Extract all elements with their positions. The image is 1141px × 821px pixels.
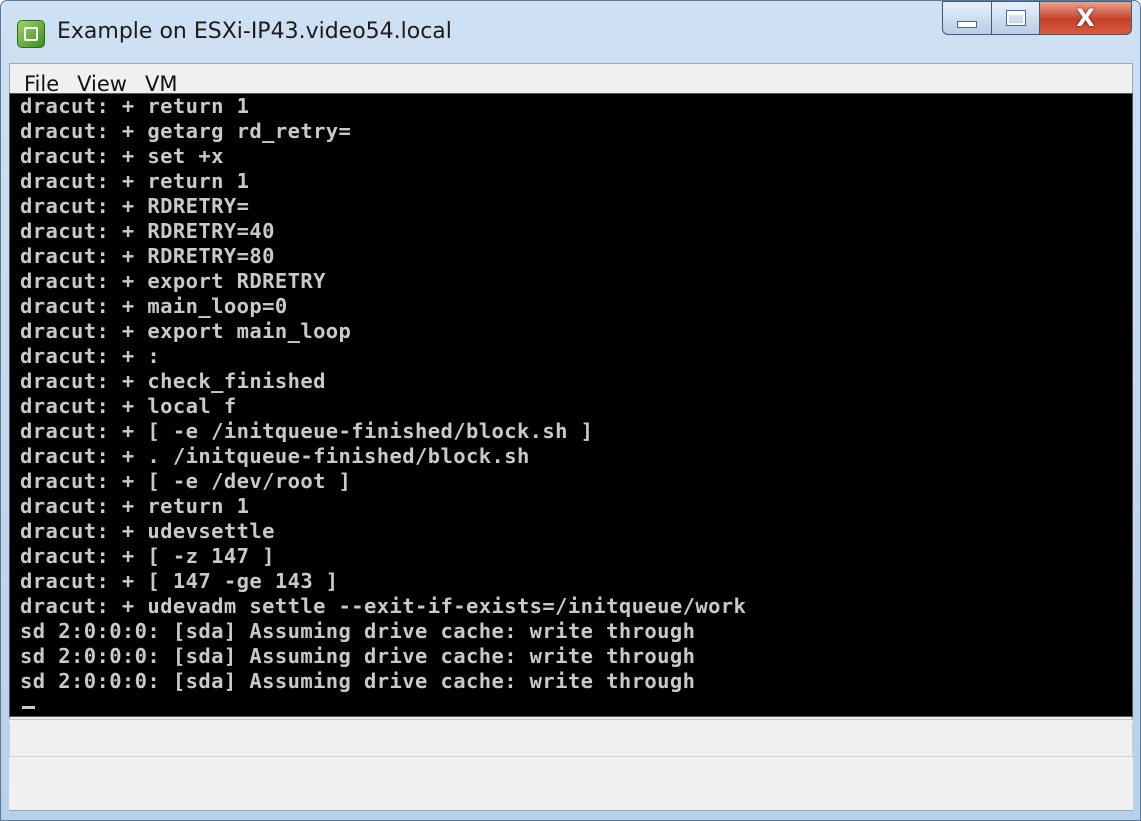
console-line: dracut: + [ 147 -ge 143 ] bbox=[20, 569, 339, 593]
console-line: dracut: + [ -e /initqueue-finished/block… bbox=[20, 419, 594, 443]
console-line: dracut: + return 1 bbox=[20, 94, 250, 118]
console-line: dracut: + set +x bbox=[20, 144, 224, 168]
window-controls: X bbox=[942, 1, 1132, 37]
console-line: dracut: + getarg rd_retry= bbox=[20, 119, 352, 143]
title-bar[interactable]: Example on ESXi-IP43.video54.local X bbox=[1, 1, 1140, 63]
console-line: dracut: + RDRETRY= bbox=[20, 194, 250, 218]
maximize-icon bbox=[1005, 10, 1026, 26]
text-cursor bbox=[22, 706, 35, 709]
minimize-icon bbox=[957, 20, 977, 28]
close-icon: X bbox=[1076, 4, 1095, 32]
vsphere-app-icon bbox=[17, 20, 45, 48]
console-line: dracut: + export main_loop bbox=[20, 319, 352, 343]
console-line: sd 2:0:0:0: [sda] Assuming drive cache: … bbox=[20, 619, 696, 643]
console-line: dracut: + . /initqueue-finished/block.sh bbox=[20, 444, 530, 468]
window-title: Example on ESXi-IP43.video54.local bbox=[57, 19, 452, 44]
console-line: sd 2:0:0:0: [sda] Assuming drive cache: … bbox=[20, 644, 696, 668]
console-line: dracut: + main_loop=0 bbox=[20, 294, 288, 318]
console-line: dracut: + [ -z 147 ] bbox=[20, 544, 275, 568]
status-bar bbox=[9, 719, 1133, 810]
maximize-button[interactable] bbox=[992, 1, 1040, 35]
console-line: dracut: + local f bbox=[20, 394, 237, 418]
close-button[interactable]: X bbox=[1040, 1, 1132, 35]
console-line: sd 2:0:0:0: [sda] Assuming drive cache: … bbox=[20, 669, 696, 693]
vm-console-window: Example on ESXi-IP43.video54.local X Fil… bbox=[0, 0, 1141, 821]
console-line: dracut: + RDRETRY=40 bbox=[20, 219, 275, 243]
console-line: dracut: + RDRETRY=80 bbox=[20, 244, 275, 268]
console-line: dracut: + return 1 bbox=[20, 494, 250, 518]
vm-console-screen[interactable]: dracut: + return 1 dracut: + getarg rd_r… bbox=[9, 93, 1133, 717]
console-line: dracut: + : bbox=[20, 344, 161, 368]
console-line: dracut: + udevsettle bbox=[20, 519, 275, 543]
console-line: dracut: + [ -e /dev/root ] bbox=[20, 469, 352, 493]
console-line: dracut: + return 1 bbox=[20, 169, 250, 193]
minimize-button[interactable] bbox=[942, 1, 992, 35]
console-line: dracut: + export RDRETRY bbox=[20, 269, 326, 293]
console-line: dracut: + check_finished bbox=[20, 369, 326, 393]
console-line: dracut: + udevadm settle --exit-if-exist… bbox=[20, 594, 747, 618]
status-panel bbox=[9, 722, 1133, 757]
